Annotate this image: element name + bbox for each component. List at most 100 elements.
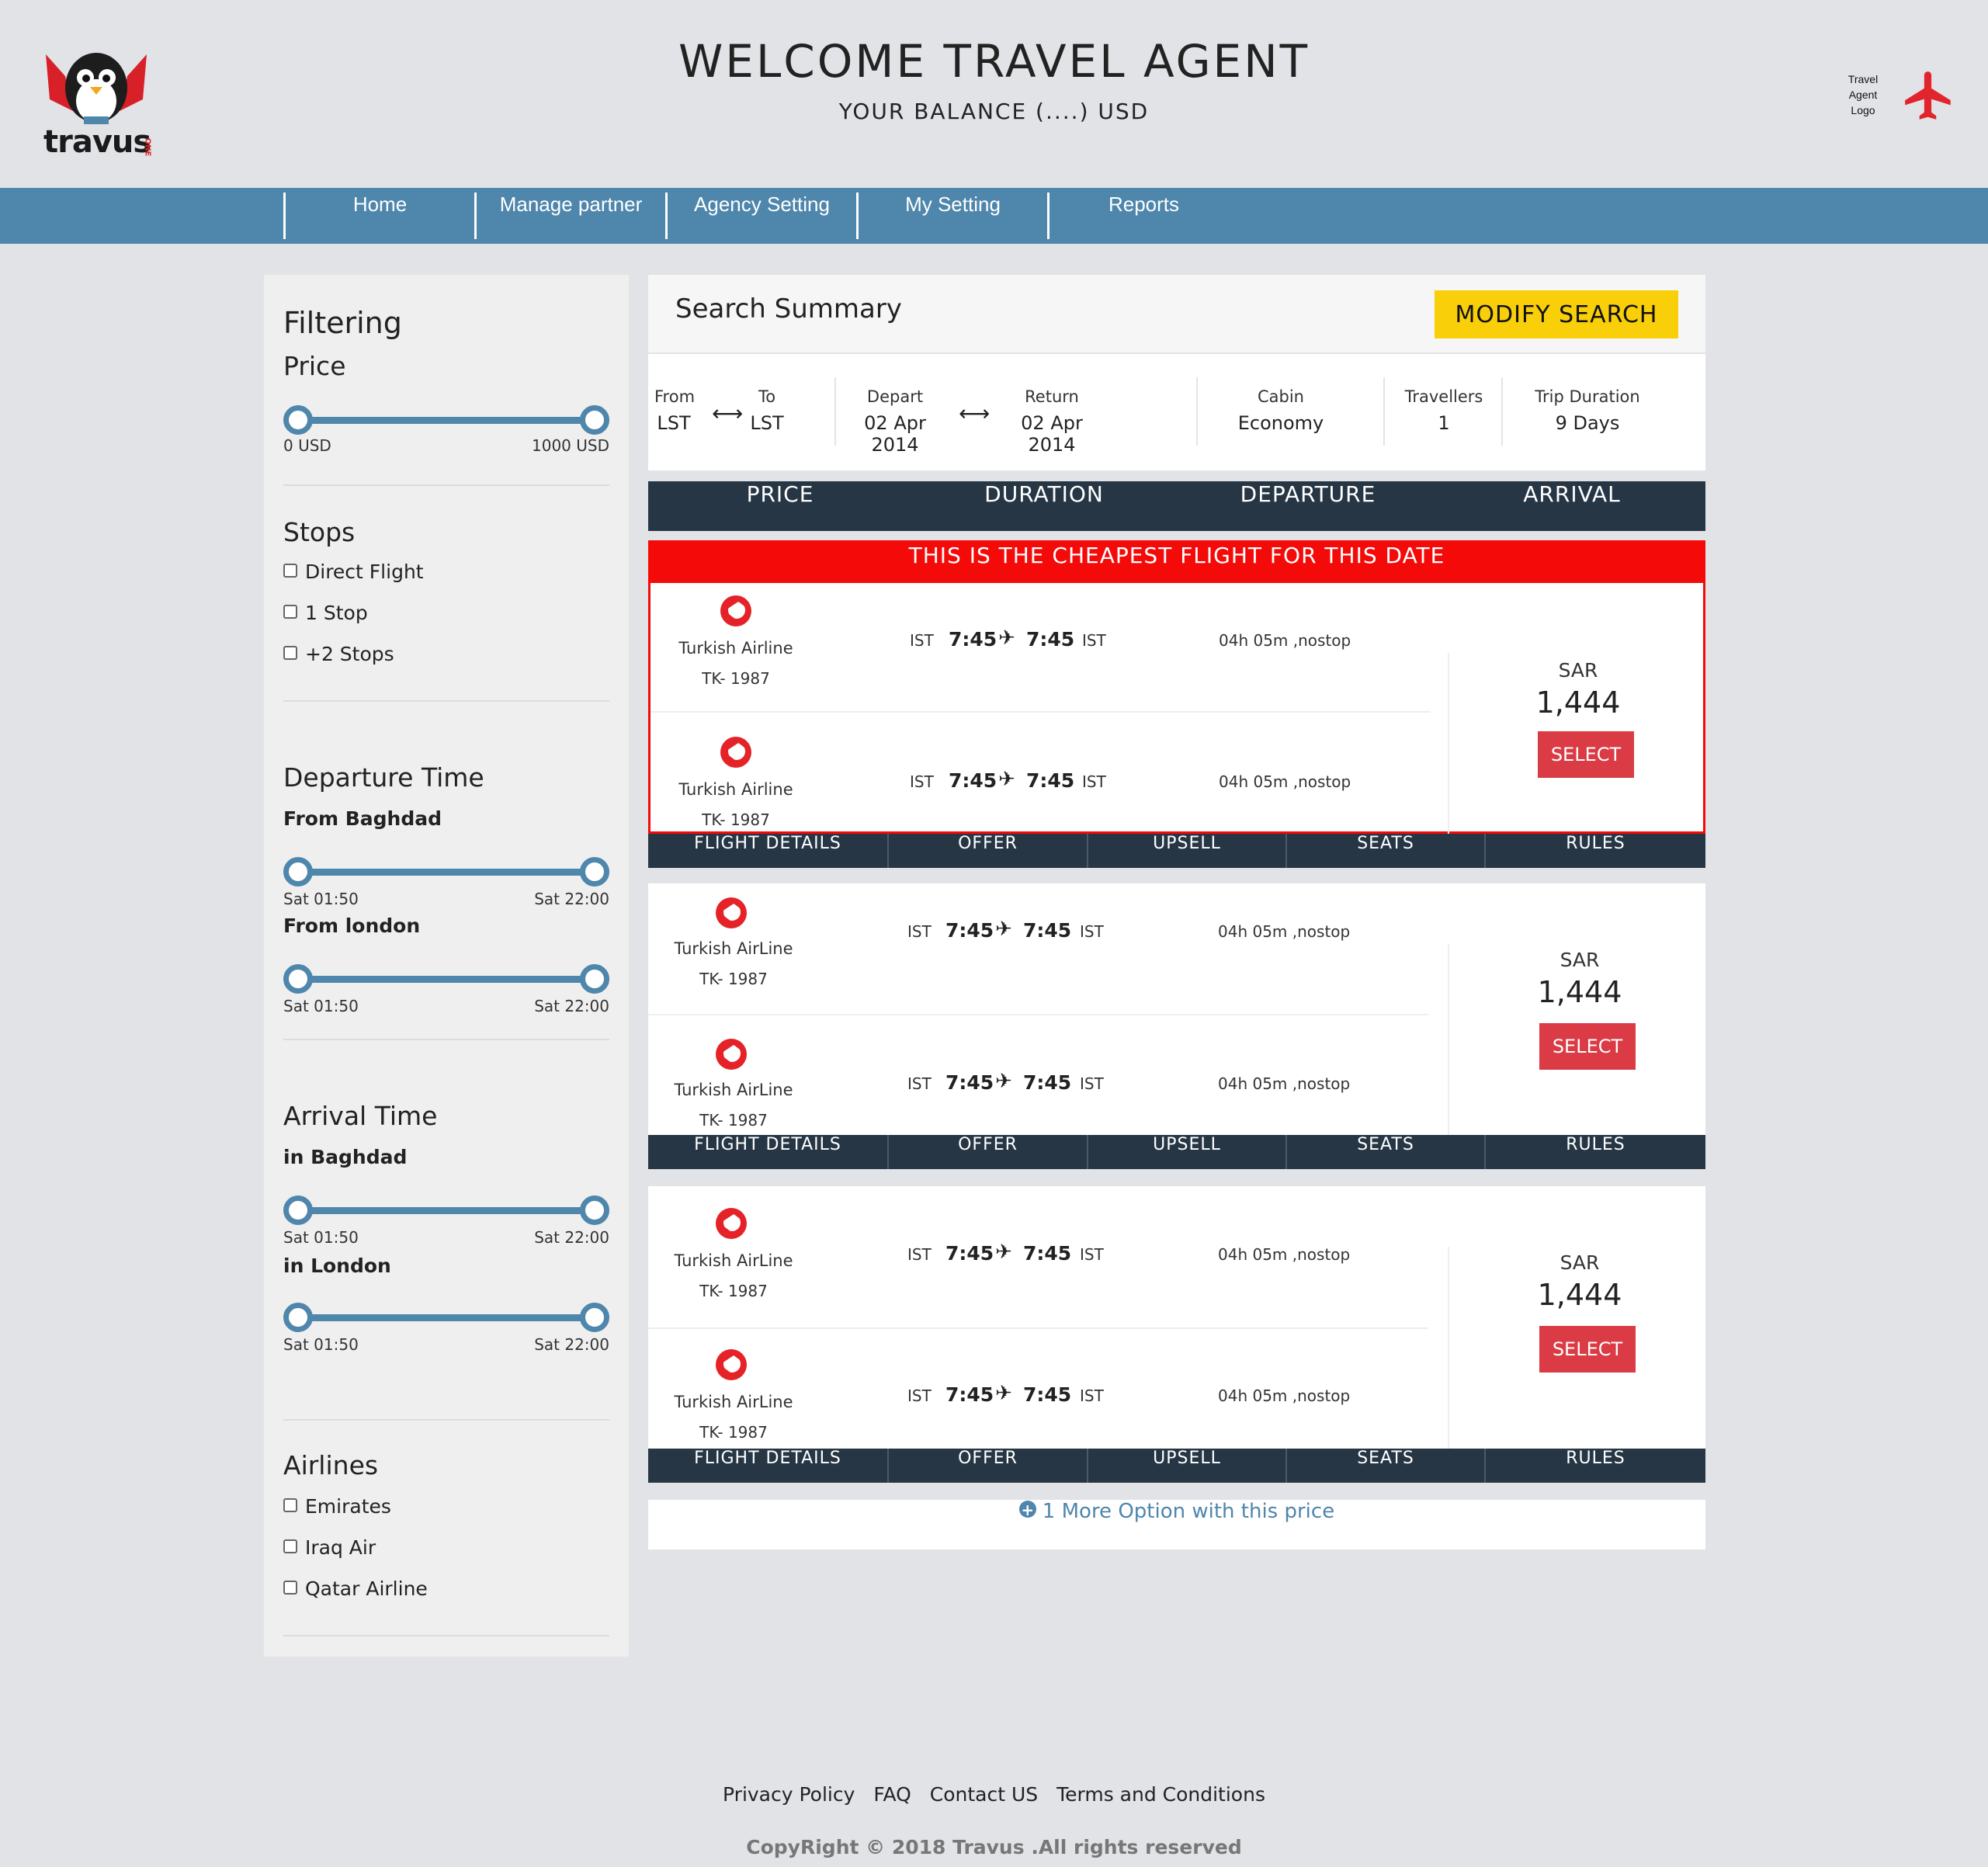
slider-min-handle[interactable] (283, 405, 313, 435)
slider-min-handle[interactable] (283, 964, 313, 994)
airline-option-emirates[interactable]: Emirates (283, 1495, 391, 1518)
slider-min-handle[interactable] (283, 1196, 313, 1225)
slider-min-handle[interactable] (283, 1303, 313, 1332)
tab-upsell[interactable]: UPSELL (1087, 1135, 1285, 1169)
checkbox[interactable] (283, 1497, 297, 1512)
price-amount: 1,444 (1535, 685, 1621, 720)
flight-result-card: Turkish AirLine TK- 1987 IST 7:45 ✈ 7:45… (648, 1186, 1705, 1449)
slider-max-handle[interactable] (580, 857, 609, 887)
slider-max-handle[interactable] (580, 405, 609, 435)
slider-max-handle[interactable] (580, 1303, 609, 1332)
page-title: WELCOME TRAVEL AGENT (678, 35, 1310, 88)
destination-airport: IST (1080, 1074, 1104, 1093)
flight-duration: 04h 05m ,nostop (1219, 631, 1351, 650)
destination-airport: IST (1082, 772, 1106, 791)
summary-trip-duration: Trip Duration 9 Days (1510, 387, 1665, 434)
footer-link-privacy[interactable]: Privacy Policy (723, 1783, 855, 1806)
tab-upsell[interactable]: UPSELL (1087, 834, 1285, 868)
divider (283, 1039, 609, 1040)
nav-home[interactable]: Home (283, 193, 474, 239)
nav-manage-partner[interactable]: Manage partner (474, 193, 665, 239)
sort-price[interactable]: PRICE (648, 481, 912, 531)
checkbox[interactable] (283, 604, 297, 619)
brand-name: travus (43, 124, 151, 160)
select-flight-button[interactable]: SELECT (1539, 1023, 1636, 1070)
departure-london-slider[interactable] (283, 964, 609, 994)
slider-min-handle[interactable] (283, 857, 313, 887)
origin-airport: IST (910, 772, 934, 791)
slider-max-handle[interactable] (580, 1196, 609, 1225)
arrival-time: 7:45 (1023, 1383, 1072, 1406)
agent-logo-line: Logo (1851, 104, 1875, 116)
select-flight-button[interactable]: SELECT (1539, 1326, 1636, 1372)
price-min-label: 0 USD (283, 436, 331, 455)
slider-max-handle[interactable] (580, 964, 609, 994)
tab-offer[interactable]: OFFER (887, 834, 1087, 868)
tab-offer[interactable]: OFFER (887, 1135, 1087, 1169)
departure-time: 7:45 (949, 628, 997, 651)
stop-option-1[interactable]: 1 Stop (283, 602, 368, 624)
price-slider[interactable] (283, 405, 609, 435)
turkish-airlines-logo-icon (716, 1039, 747, 1070)
arrival-time: 7:45 (1023, 919, 1072, 942)
price-amount: 1,444 (1537, 1278, 1622, 1312)
airline-name: Turkish Airline (678, 780, 793, 799)
tab-seats[interactable]: SEATS (1285, 1135, 1484, 1169)
price-currency: SAR (1560, 949, 1600, 971)
checkbox[interactable] (283, 563, 297, 578)
tab-rules[interactable]: RULES (1484, 834, 1705, 868)
tab-upsell[interactable]: UPSELL (1087, 1449, 1285, 1483)
stop-option-direct[interactable]: Direct Flight (283, 560, 424, 583)
tab-offer[interactable]: OFFER (887, 1449, 1087, 1483)
destination-airport: IST (1080, 1386, 1104, 1405)
nav-my-setting[interactable]: My Setting (856, 193, 1047, 239)
tab-rules[interactable]: RULES (1484, 1135, 1705, 1169)
checkbox[interactable] (283, 645, 297, 660)
sort-departure[interactable]: DEPARTURE (1176, 481, 1440, 531)
departure-baghdad-slider[interactable] (283, 857, 609, 887)
summary-value: LST (750, 412, 784, 434)
tab-flight-details[interactable]: FLIGHT DETAILS (648, 1449, 887, 1483)
checkbox-label: Direct Flight (305, 560, 424, 583)
divider (1196, 377, 1198, 446)
summary-value: 9 Days (1555, 412, 1620, 434)
checkbox[interactable] (283, 1539, 297, 1553)
travel-agent-logo: Travel Agent Logo (1840, 71, 1886, 118)
brand-sup: ONE (143, 137, 152, 157)
tab-flight-details[interactable]: FLIGHT DETAILS (648, 834, 887, 868)
stop-option-2plus[interactable]: +2 Stops (283, 643, 394, 665)
arrival-baghdad-slider[interactable] (283, 1196, 609, 1225)
slider-track (297, 976, 595, 983)
nav-agency-setting[interactable]: Agency Setting (665, 193, 856, 239)
cheapest-banner: THIS IS THE CHEAPEST FLIGHT FOR THIS DAT… (651, 543, 1703, 583)
sort-arrival[interactable]: ARRIVAL (1440, 481, 1704, 531)
footer-link-faq[interactable]: FAQ (873, 1783, 911, 1806)
modify-search-button[interactable]: MODIFY SEARCH (1435, 290, 1678, 338)
airline-option-qatar[interactable]: Qatar Airline (283, 1577, 428, 1600)
checkbox[interactable] (283, 1580, 297, 1595)
tab-flight-details[interactable]: FLIGHT DETAILS (648, 1135, 887, 1169)
tab-rules[interactable]: RULES (1484, 1449, 1705, 1483)
header: travus ONE WELCOME TRAVEL AGENT YOUR BAL… (0, 0, 1988, 188)
nav-reports[interactable]: Reports (1047, 193, 1238, 239)
tab-seats[interactable]: SEATS (1285, 834, 1484, 868)
airline-option-iraq-air[interactable]: Iraq Air (283, 1536, 376, 1559)
flight-duration: 04h 05m ,nostop (1218, 1386, 1351, 1405)
destination-airport: IST (1082, 631, 1106, 650)
price-heading: Price (283, 351, 346, 381)
select-flight-button[interactable]: SELECT (1538, 731, 1634, 778)
divider (834, 377, 836, 446)
price-currency: SAR (1558, 659, 1598, 682)
flight-duration: 04h 05m ,nostop (1218, 922, 1351, 941)
summary-value: Economy (1237, 412, 1324, 434)
main-nav: Home Manage partner Agency Setting My Se… (0, 188, 1988, 244)
arrival-london-slider[interactable] (283, 1303, 609, 1332)
footer-link-contact[interactable]: Contact US (930, 1783, 1038, 1806)
divider (283, 1419, 609, 1421)
arrival-in-baghdad-label: in Baghdad (283, 1146, 408, 1168)
sort-duration[interactable]: DURATION (912, 481, 1176, 531)
more-options-link[interactable]: +1 More Option with this price (648, 1500, 1705, 1549)
tab-seats[interactable]: SEATS (1285, 1449, 1484, 1483)
slider-min-label: Sat 01:50 (283, 997, 359, 1015)
footer-link-terms[interactable]: Terms and Conditions (1056, 1783, 1265, 1806)
